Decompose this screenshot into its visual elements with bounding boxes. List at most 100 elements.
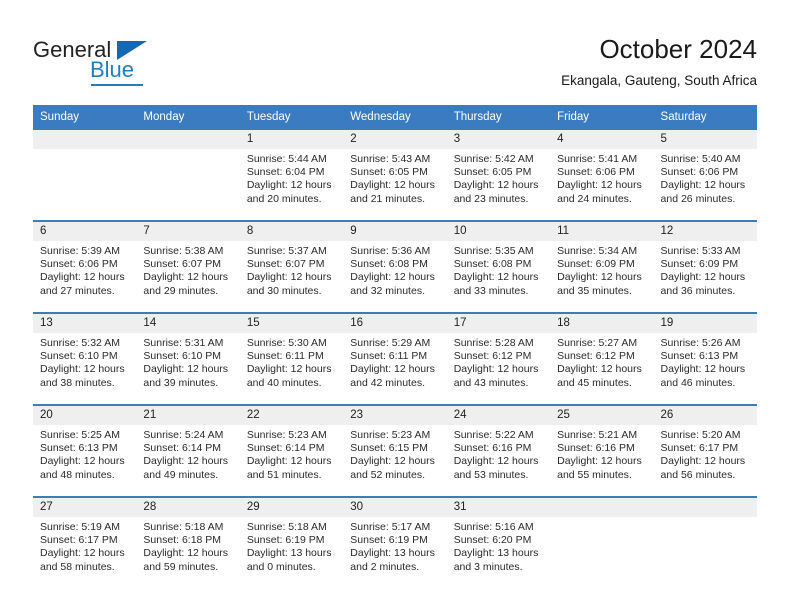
day-number: 28	[136, 498, 240, 517]
page-header: General Blue October 2024 Ekangala, Gaut…	[0, 0, 792, 100]
daylight-text: Daylight: 12 hours and 43 minutes.	[453, 363, 539, 389]
calendar-cell-day-27[interactable]: 27 Sunrise: 5:19 AM Sunset: 6:17 PM Dayligh…	[33, 496, 137, 588]
day-number: 4	[550, 130, 654, 149]
calendar-cell-day-18[interactable]: 18 Sunrise: 5:27 AM Sunset: 6:12 PM Dayligh…	[550, 312, 654, 405]
sunrise-text: Sunrise: 5:27 AM	[557, 337, 638, 349]
calendar-cell-day-20[interactable]: 20 Sunrise: 5:25 AM Sunset: 6:13 PM Dayligh…	[33, 404, 137, 497]
location-subtitle: Ekangala, Gauteng, South Africa	[561, 73, 757, 88]
calendar-cell-day-7[interactable]: 7 Sunrise: 5:38 AM Sunset: 6:07 PM Daylight…	[136, 220, 240, 313]
day-details: Sunrise: 5:31 AM Sunset: 6:10 PM Daylight:…	[136, 333, 239, 390]
weekday-header-thursday: Thursday	[446, 105, 551, 129]
calendar-cell-day-26[interactable]: 26 Sunrise: 5:20 AM Sunset: 6:17 PM Dayligh…	[653, 404, 757, 497]
calendar-cell-day-22[interactable]: 22 Sunrise: 5:23 AM Sunset: 6:14 PM Dayligh…	[239, 404, 344, 497]
calendar-cell-day-23[interactable]: 23 Sunrise: 5:23 AM Sunset: 6:15 PM Dayligh…	[343, 404, 447, 497]
day-details: Sunrise: 5:20 AM Sunset: 6:17 PM Daylight:…	[654, 425, 757, 482]
weekday-header-tuesday: Tuesday	[239, 105, 344, 129]
sunset-text: Sunset: 6:08 PM	[350, 258, 428, 271]
day-number: 24	[446, 406, 551, 425]
sunrise-text: Sunrise: 5:26 AM	[660, 337, 741, 349]
sunset-text: Sunset: 6:20 PM	[453, 534, 532, 547]
calendar-cell-day-9[interactable]: 9 Sunrise: 5:36 AM Sunset: 6:08 PM Daylight…	[343, 220, 447, 313]
day-number: 31	[446, 498, 551, 517]
calendar-cell-day-30[interactable]: 30 Sunrise: 5:17 AM Sunset: 6:19 PM Dayligh…	[343, 496, 447, 588]
day-number: 5	[653, 130, 757, 149]
sunrise-text: Sunrise: 5:34 AM	[557, 245, 638, 257]
day-details: Sunrise: 5:18 AM Sunset: 6:18 PM Daylight:…	[136, 517, 239, 574]
daylight-text: Daylight: 12 hours and 27 minutes.	[40, 271, 125, 297]
calendar-cell-day-21[interactable]: 21 Sunrise: 5:24 AM Sunset: 6:14 PM Dayligh…	[136, 404, 240, 497]
sunrise-text: Sunrise: 5:37 AM	[246, 245, 327, 257]
calendar-cell-day-8[interactable]: 8 Sunrise: 5:37 AM Sunset: 6:07 PM Daylight…	[239, 220, 344, 313]
calendar-header-row: Sunday Monday Tuesday Wednesday Thursday Frid…	[33, 105, 757, 129]
day-details: Sunrise: 5:27 AM Sunset: 6:12 PM Daylight:…	[550, 333, 653, 390]
sunset-text: Sunset: 6:06 PM	[40, 258, 118, 271]
day-number: 9	[343, 222, 447, 241]
sunset-text: Sunset: 6:10 PM	[143, 350, 222, 363]
sunset-text: Sunset: 6:05 PM	[453, 166, 532, 179]
sunset-text: Sunset: 6:14 PM	[143, 442, 222, 455]
sunset-text: Sunset: 6:11 PM	[246, 350, 324, 363]
calendar-cell-day-19[interactable]: 19 Sunrise: 5:26 AM Sunset: 6:13 PM Dayligh…	[653, 312, 757, 405]
sunset-text: Sunset: 6:17 PM	[40, 534, 118, 547]
calendar-cell-day-14[interactable]: 14 Sunrise: 5:31 AM Sunset: 6:10 PM Dayligh…	[136, 312, 240, 405]
calendar-cell-day-5[interactable]: 5 Sunrise: 5:40 AM Sunset: 6:06 PM Daylight…	[653, 128, 757, 221]
calendar-cell-day-11[interactable]: 11 Sunrise: 5:34 AM Sunset: 6:09 PM Dayligh…	[550, 220, 654, 313]
day-details: Sunrise: 5:32 AM Sunset: 6:10 PM Daylight:…	[33, 333, 136, 390]
daylight-text: Daylight: 12 hours and 59 minutes.	[143, 547, 229, 573]
calendar-cell-day-10[interactable]: 10 Sunrise: 5:35 AM Sunset: 6:08 PM Dayligh…	[446, 220, 551, 313]
calendar-cell-day-2[interactable]: 2 Sunrise: 5:43 AM Sunset: 6:05 PM Daylight…	[343, 128, 447, 221]
sunset-text: Sunset: 6:19 PM	[350, 534, 428, 547]
calendar-cell-day-16[interactable]: 16 Sunrise: 5:29 AM Sunset: 6:11 PM Dayligh…	[343, 312, 447, 405]
daylight-text: Daylight: 12 hours and 48 minutes.	[40, 455, 125, 481]
day-details: Sunrise: 5:23 AM Sunset: 6:15 PM Daylight:…	[343, 425, 446, 482]
daylight-text: Daylight: 12 hours and 53 minutes.	[453, 455, 539, 481]
daylight-text: Daylight: 12 hours and 51 minutes.	[246, 455, 332, 481]
sunset-text: Sunset: 6:12 PM	[453, 350, 532, 363]
daylight-text: Daylight: 12 hours and 38 minutes.	[40, 363, 125, 389]
calendar-cell-day-6[interactable]: 6 Sunrise: 5:39 AM Sunset: 6:06 PM Daylight…	[33, 220, 137, 313]
calendar-cell-day-31[interactable]: 31 Sunrise: 5:16 AM Sunset: 6:20 PM Dayligh…	[446, 496, 551, 588]
sunrise-text: Sunrise: 5:36 AM	[350, 245, 431, 257]
day-details: Sunrise: 5:25 AM Sunset: 6:13 PM Daylight:…	[33, 425, 136, 482]
calendar-cell-day-4[interactable]: 4 Sunrise: 5:41 AM Sunset: 6:06 PM Daylight…	[550, 128, 654, 221]
daylight-text: Daylight: 12 hours and 21 minutes.	[350, 179, 435, 205]
day-number: 30	[343, 498, 447, 517]
sunset-text: Sunset: 6:07 PM	[143, 258, 222, 271]
weekday-header-monday: Monday	[136, 105, 240, 129]
calendar-cell-day-15[interactable]: 15 Sunrise: 5:30 AM Sunset: 6:11 PM Dayligh…	[239, 312, 344, 405]
daylight-text: Daylight: 12 hours and 58 minutes.	[40, 547, 125, 573]
calendar-cell-day-17[interactable]: 17 Sunrise: 5:28 AM Sunset: 6:12 PM Dayligh…	[446, 312, 551, 405]
brand-logo[interactable]: General Blue	[33, 38, 233, 86]
calendar-cell-day-12[interactable]: 12 Sunrise: 5:33 AM Sunset: 6:09 PM Dayligh…	[653, 220, 757, 313]
day-details: Sunrise: 5:22 AM Sunset: 6:16 PM Daylight:…	[447, 425, 550, 482]
sunrise-text: Sunrise: 5:18 AM	[246, 521, 327, 533]
day-details: Sunrise: 5:26 AM Sunset: 6:13 PM Daylight:…	[654, 333, 757, 390]
weekday-header-saturday: Saturday	[653, 105, 757, 129]
day-number: 14	[136, 314, 240, 333]
sunset-text: Sunset: 6:15 PM	[350, 442, 428, 455]
daylight-text: Daylight: 12 hours and 36 minutes.	[660, 271, 746, 297]
calendar-cell-day-1[interactable]: 1 Sunrise: 5:44 AM Sunset: 6:04 PM Daylight…	[239, 128, 344, 221]
calendar-cell-empty	[550, 496, 654, 588]
calendar-cell-day-29[interactable]: 29 Sunrise: 5:18 AM Sunset: 6:19 PM Dayligh…	[239, 496, 344, 588]
calendar-grid: Sunday Monday Tuesday Wednesday Thursday Frid…	[33, 105, 757, 588]
sunset-text: Sunset: 6:16 PM	[453, 442, 532, 455]
sunset-text: Sunset: 6:13 PM	[660, 350, 739, 363]
day-details: Sunrise: 5:40 AM Sunset: 6:06 PM Daylight:…	[654, 149, 757, 206]
calendar-cell-day-3[interactable]: 3 Sunrise: 5:42 AM Sunset: 6:05 PM Daylight…	[446, 128, 551, 221]
sunrise-text: Sunrise: 5:39 AM	[40, 245, 120, 257]
sunset-text: Sunset: 6:13 PM	[40, 442, 118, 455]
calendar-cell-day-24[interactable]: 24 Sunrise: 5:22 AM Sunset: 6:16 PM Dayligh…	[446, 404, 551, 497]
daylight-text: Daylight: 12 hours and 33 minutes.	[453, 271, 539, 297]
daylight-text: Daylight: 12 hours and 45 minutes.	[557, 363, 642, 389]
day-details: Sunrise: 5:28 AM Sunset: 6:12 PM Daylight:…	[447, 333, 550, 390]
calendar-cell-day-28[interactable]: 28 Sunrise: 5:18 AM Sunset: 6:18 PM Dayligh…	[136, 496, 240, 588]
calendar-cell-day-13[interactable]: 13 Sunrise: 5:32 AM Sunset: 6:10 PM Dayligh…	[33, 312, 137, 405]
sunrise-text: Sunrise: 5:32 AM	[40, 337, 120, 349]
weekday-header-friday: Friday	[550, 105, 654, 129]
day-number: 21	[136, 406, 240, 425]
daylight-text: Daylight: 12 hours and 52 minutes.	[350, 455, 435, 481]
calendar-cell-day-25[interactable]: 25 Sunrise: 5:21 AM Sunset: 6:16 PM Dayligh…	[550, 404, 654, 497]
day-number: 25	[550, 406, 654, 425]
day-number	[33, 130, 137, 149]
